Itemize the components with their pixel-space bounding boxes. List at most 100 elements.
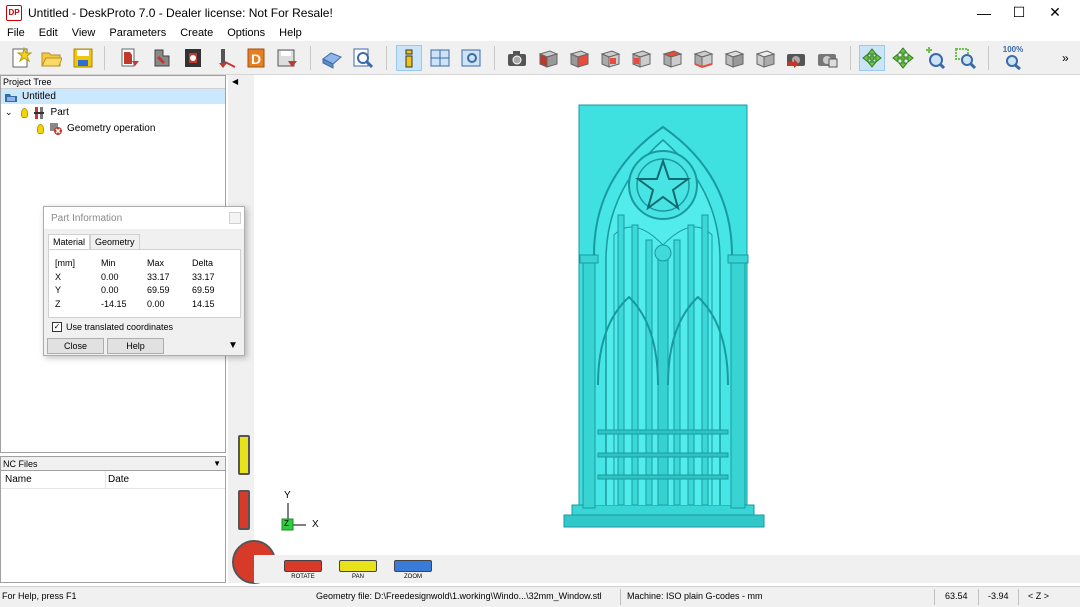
close-button[interactable]: Close xyxy=(47,338,104,354)
lightbulb-icon[interactable] xyxy=(37,123,44,134)
menu-help[interactable]: Help xyxy=(272,27,309,39)
rotate-tool-icon[interactable] xyxy=(859,45,885,71)
minimize-icon[interactable]: — xyxy=(966,0,1002,25)
view-front-icon[interactable] xyxy=(535,45,561,71)
row-min: 0.00 xyxy=(101,285,119,295)
model-canvas xyxy=(281,104,765,531)
dropdown-arrow-icon[interactable]: ▼ xyxy=(213,459,221,468)
dialog-close-icon[interactable] xyxy=(229,212,241,224)
preview-icon[interactable] xyxy=(350,45,376,71)
menu-parameters[interactable]: Parameters xyxy=(102,27,173,39)
tree-item-geometry-operation[interactable]: Geometry operation xyxy=(37,121,155,136)
part-parameters-icon[interactable] xyxy=(148,45,174,71)
tree-item-part[interactable]: ⌄ Part xyxy=(5,105,69,120)
pan-slider-vertical[interactable] xyxy=(238,435,250,475)
new-project-icon[interactable] xyxy=(8,45,34,71)
maximize-icon[interactable]: ☐ xyxy=(1001,0,1037,25)
status-view-axis: < Z > xyxy=(1028,591,1050,601)
help-button[interactable]: Help xyxy=(107,338,164,354)
tree-item-untitled[interactable]: Untitled xyxy=(1,89,225,104)
save-nc-icon[interactable] xyxy=(274,45,300,71)
view-bottom-icon[interactable] xyxy=(690,45,716,71)
chevron-down-icon[interactable]: ⌄ xyxy=(5,107,13,118)
dimensions-table: [mm] Min Max Delta X 0.00 33.17 33.17 Y … xyxy=(48,249,241,318)
zoom-label: ZOOM xyxy=(404,574,422,580)
row-axis: Z xyxy=(55,299,61,309)
view-left-icon[interactable] xyxy=(597,45,623,71)
view-iso-icon[interactable] xyxy=(721,45,747,71)
tab-material[interactable]: Material xyxy=(48,234,91,249)
view-back-icon[interactable] xyxy=(566,45,592,71)
menu-bar: File Edit View Parameters Create Options… xyxy=(0,25,1080,41)
header-min: Min xyxy=(101,258,116,268)
title-bar: DP Untitled - DeskProto 7.0 - Dealer lic… xyxy=(0,0,1080,25)
header-unit: [mm] xyxy=(55,258,75,268)
axis-y-label: Y xyxy=(284,490,291,501)
pan-label: PAN xyxy=(352,574,364,580)
zoom-button[interactable] xyxy=(394,560,432,572)
row-min: -14.15 xyxy=(101,299,127,309)
svg-text:D: D xyxy=(251,51,261,67)
status-y-coord: -3.94 xyxy=(988,591,1009,601)
row-min: 0.00 xyxy=(101,272,119,282)
dialog-title: Part Information xyxy=(44,207,244,229)
dialog-expand-arrow-icon[interactable]: ▼ xyxy=(228,340,238,351)
create-operation-icon[interactable] xyxy=(180,45,206,71)
menu-create[interactable]: Create xyxy=(173,27,220,39)
project-icon xyxy=(5,93,17,102)
toolbar: D 100% » xyxy=(0,41,1080,75)
tool-icon[interactable] xyxy=(212,45,238,71)
zoom-tool-icon[interactable] xyxy=(921,45,947,71)
pan-button[interactable] xyxy=(339,560,377,572)
tree-item-label: Geometry operation xyxy=(67,123,156,134)
row-max: 69.59 xyxy=(147,285,170,295)
zoom-100-icon[interactable]: 100% xyxy=(998,45,1028,71)
open-project-icon[interactable] xyxy=(38,45,64,71)
screen-view-icon[interactable] xyxy=(458,45,484,71)
axis-x-label: X xyxy=(312,519,319,530)
camera-save-icon[interactable] xyxy=(814,45,840,71)
camera-icon[interactable] xyxy=(504,45,530,71)
drawing-icon[interactable]: D xyxy=(243,45,269,71)
tab-geometry[interactable]: Geometry xyxy=(90,234,140,249)
column-header-name[interactable]: Name xyxy=(5,474,32,485)
save-project-icon[interactable] xyxy=(70,45,96,71)
view-right-icon[interactable] xyxy=(628,45,654,71)
zoom-window-icon[interactable] xyxy=(952,45,978,71)
row-delta: 69.59 xyxy=(192,285,215,295)
app-logo-icon: DP xyxy=(6,4,22,21)
part-information-icon[interactable] xyxy=(396,45,422,71)
menu-file[interactable]: File xyxy=(0,27,32,39)
machine-icon[interactable] xyxy=(319,45,345,71)
row-max: 33.17 xyxy=(147,272,170,282)
menu-edit[interactable]: Edit xyxy=(32,27,65,39)
collapse-arrow-icon[interactable]: ◀ xyxy=(232,77,238,86)
table-row: Y 0.00 69.59 69.59 xyxy=(49,285,242,297)
status-geometry-file: Geometry file: D:\Freedesignwold\1.worki… xyxy=(316,591,602,601)
row-delta: 14.15 xyxy=(192,299,215,309)
status-help-text: For Help, press F1 xyxy=(2,591,77,601)
rotate-slider-vertical[interactable] xyxy=(238,490,250,530)
close-icon[interactable]: ✕ xyxy=(1037,0,1073,25)
import-geometry-icon[interactable] xyxy=(116,45,142,71)
column-header-date[interactable]: Date xyxy=(108,474,129,485)
table-row: X 0.00 33.17 33.17 xyxy=(49,272,242,284)
header-max: Max xyxy=(147,258,165,268)
3d-viewport[interactable]: Y Z X xyxy=(254,75,1080,555)
view-top-icon[interactable] xyxy=(659,45,685,71)
menu-view[interactable]: View xyxy=(65,27,103,39)
table-header-row: [mm] Min Max Delta xyxy=(49,258,242,270)
use-translated-coordinates-checkbox[interactable]: ✓ xyxy=(52,322,62,332)
pan-tool-icon[interactable] xyxy=(890,45,916,71)
axis-z-label: Z xyxy=(284,519,289,528)
checkbox-label: Use translated coordinates xyxy=(66,322,174,332)
toolbar-overflow-button[interactable]: » xyxy=(1062,51,1069,65)
lightbulb-icon[interactable] xyxy=(20,107,28,118)
navigation-strip: ROTATE PAN ZOOM xyxy=(254,555,1080,583)
camera-export-icon[interactable] xyxy=(783,45,809,71)
view-solid-icon[interactable] xyxy=(752,45,778,71)
menu-options[interactable]: Options xyxy=(220,27,272,39)
window-layout-icon[interactable] xyxy=(427,45,453,71)
rotate-button[interactable] xyxy=(284,560,322,572)
nc-files-panel: NC Files ▼ Name Date xyxy=(0,456,226,583)
